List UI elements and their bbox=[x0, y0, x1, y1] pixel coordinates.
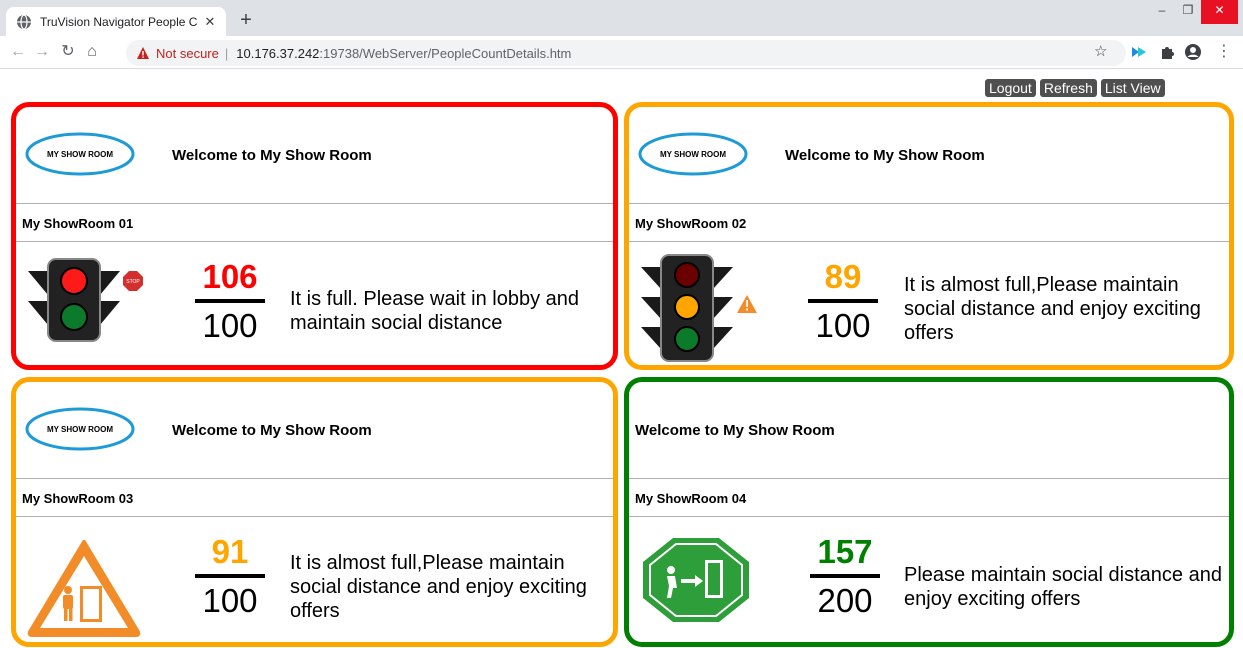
card-header: MY SHOW ROOM Welcome to My Show Room bbox=[16, 107, 613, 203]
fraction-bar bbox=[808, 299, 878, 303]
current-count: 106 bbox=[202, 258, 258, 295]
traffic-light-red-icon: STOP bbox=[28, 258, 143, 342]
tab-title: TruVision Navigator People Cour bbox=[40, 14, 198, 29]
page-actions: Logout Refresh List View bbox=[985, 79, 1165, 97]
room-card-1: MY SHOW ROOM Welcome to My Show Room My … bbox=[11, 102, 618, 370]
room-name: My ShowRoom 04 bbox=[635, 491, 747, 506]
my-show-room-logo: MY SHOW ROOM bbox=[25, 407, 135, 451]
browser-menu-icon[interactable]: ⋮ bbox=[1216, 41, 1232, 61]
welcome-title: Welcome to My Show Room bbox=[785, 147, 985, 164]
traffic-light-amber-icon bbox=[641, 254, 757, 362]
current-count: 89 bbox=[824, 258, 862, 295]
capacity: 100 bbox=[202, 307, 258, 344]
divider bbox=[16, 516, 613, 517]
bookmark-star-icon[interactable]: ☆ bbox=[1094, 42, 1107, 60]
restore-window-button[interactable]: ❐ bbox=[1177, 0, 1199, 22]
logout-button[interactable]: Logout bbox=[985, 79, 1036, 97]
card-header: MY SHOW ROOM Welcome to My Show Room bbox=[16, 382, 613, 478]
divider bbox=[629, 516, 1229, 517]
browser-tab[interactable]: TruVision Navigator People Cour ✕ bbox=[6, 7, 226, 36]
status-message: It is almost full,Please maintain social… bbox=[290, 552, 587, 622]
extension-logo-icon[interactable] bbox=[1130, 43, 1148, 61]
fraction-bar bbox=[195, 299, 265, 303]
welcome-title: Welcome to My Show Room bbox=[172, 147, 372, 164]
close-window-button[interactable]: ✕ bbox=[1201, 0, 1238, 24]
room-name: My ShowRoom 01 bbox=[22, 216, 134, 231]
status-message: It is almost full,Please maintain social… bbox=[904, 274, 1201, 344]
warning-person-door-icon bbox=[27, 540, 141, 637]
globe-icon bbox=[17, 13, 31, 30]
reload-icon[interactable]: ↻ bbox=[58, 42, 78, 62]
my-show-room-logo: MY SHOW ROOM bbox=[638, 132, 748, 176]
count-box: 89 100 bbox=[807, 257, 879, 345]
current-count: 91 bbox=[211, 533, 249, 570]
card-header: Welcome to My Show Room bbox=[629, 382, 1229, 478]
count-box: 106 100 bbox=[194, 257, 266, 345]
svg-text:MY SHOW ROOM: MY SHOW ROOM bbox=[47, 425, 113, 434]
room-card-2: MY SHOW ROOM Welcome to My Show Room My … bbox=[624, 102, 1234, 370]
url-host: 10.176.37.242 bbox=[236, 45, 320, 61]
welcome-title: Welcome to My Show Room bbox=[172, 422, 372, 439]
capacity: 200 bbox=[817, 582, 873, 619]
capacity: 100 bbox=[202, 582, 258, 619]
address-bar[interactable]: Not secure | 10.176.37.242 :19738/WebSer… bbox=[126, 40, 1126, 66]
divider bbox=[629, 203, 1229, 204]
welcome-title: Welcome to My Show Room bbox=[635, 422, 835, 439]
status-message: Please maintain social distance and enjo… bbox=[904, 564, 1222, 610]
browser-tabstrip: TruVision Navigator People Cour ✕ + – ❐ … bbox=[0, 0, 1243, 36]
omnibox-separator: | bbox=[224, 45, 229, 61]
browser-toolbar: ← → ↻ ⌂ Not secure | 10.176.37.242 :1973… bbox=[0, 36, 1243, 69]
not-secure-label: Not secure bbox=[156, 45, 219, 61]
room-name: My ShowRoom 02 bbox=[635, 216, 747, 231]
divider bbox=[629, 241, 1229, 242]
home-icon[interactable]: ⌂ bbox=[82, 42, 102, 62]
svg-text:MY SHOW ROOM: MY SHOW ROOM bbox=[47, 150, 113, 159]
capacity: 100 bbox=[815, 307, 871, 344]
room-card-4: Welcome to My Show Room My ShowRoom 04 1… bbox=[624, 377, 1234, 647]
divider bbox=[16, 203, 613, 204]
svg-text:MY SHOW ROOM: MY SHOW ROOM bbox=[660, 150, 726, 159]
fraction-bar bbox=[195, 574, 265, 578]
forward-arrow-icon[interactable]: → bbox=[32, 42, 52, 62]
refresh-button[interactable]: Refresh bbox=[1039, 79, 1097, 97]
count-box: 157 200 bbox=[809, 532, 881, 620]
card-header: MY SHOW ROOM Welcome to My Show Room bbox=[629, 107, 1229, 203]
new-tab-button[interactable]: + bbox=[234, 8, 258, 32]
profile-avatar-icon[interactable] bbox=[1184, 43, 1202, 61]
my-show-room-logo: MY SHOW ROOM bbox=[25, 132, 135, 176]
status-message: It is full. Please wait in lobby and mai… bbox=[290, 288, 580, 334]
divider bbox=[16, 478, 613, 479]
close-tab-icon[interactable]: ✕ bbox=[202, 14, 218, 30]
warning-triangle-icon bbox=[137, 47, 149, 59]
minimize-window-button[interactable]: – bbox=[1151, 0, 1173, 22]
fraction-bar bbox=[810, 574, 880, 578]
room-name: My ShowRoom 03 bbox=[22, 491, 134, 506]
back-arrow-icon[interactable]: ← bbox=[8, 42, 28, 62]
puzzle-extensions-icon[interactable] bbox=[1158, 43, 1176, 61]
url-path: :19738/WebServer/PeopleCountDetails.htm bbox=[319, 45, 572, 61]
count-box: 91 100 bbox=[194, 532, 266, 620]
green-enter-door-icon bbox=[643, 538, 749, 622]
divider bbox=[16, 241, 613, 242]
divider bbox=[629, 478, 1229, 479]
list-view-button[interactable]: List View bbox=[1100, 79, 1165, 97]
svg-text:STOP: STOP bbox=[126, 279, 140, 285]
current-count: 157 bbox=[817, 533, 873, 570]
room-card-3: MY SHOW ROOM Welcome to My Show Room My … bbox=[11, 377, 618, 647]
